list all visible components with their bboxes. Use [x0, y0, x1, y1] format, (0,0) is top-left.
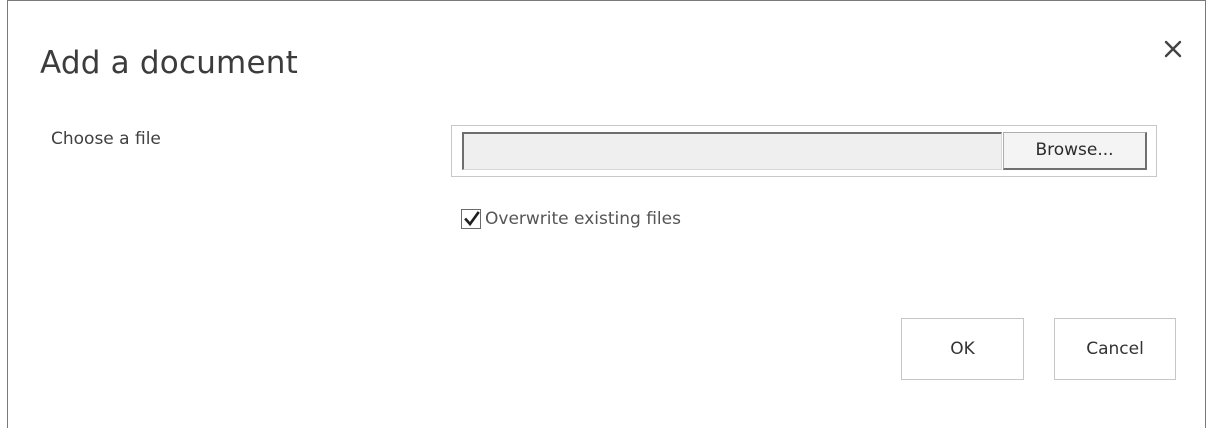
file-picker: Browse...: [451, 125, 1157, 177]
choose-file-label: Choose a file: [51, 129, 161, 149]
overwrite-option[interactable]: Overwrite existing files: [461, 207, 681, 231]
overwrite-checkbox[interactable]: [461, 209, 481, 229]
add-document-dialog: Add a document Choose a file Browse... O…: [7, 0, 1206, 428]
overwrite-label: Overwrite existing files: [485, 209, 681, 229]
browse-button[interactable]: Browse...: [1003, 132, 1147, 170]
close-button[interactable]: [1159, 35, 1187, 63]
ok-button[interactable]: OK: [901, 318, 1024, 380]
dialog-title: Add a document: [40, 45, 298, 81]
file-path-input[interactable]: [462, 132, 1002, 170]
close-icon: [1159, 35, 1187, 63]
cancel-button[interactable]: Cancel: [1054, 318, 1176, 380]
checkmark-icon: [464, 211, 480, 227]
